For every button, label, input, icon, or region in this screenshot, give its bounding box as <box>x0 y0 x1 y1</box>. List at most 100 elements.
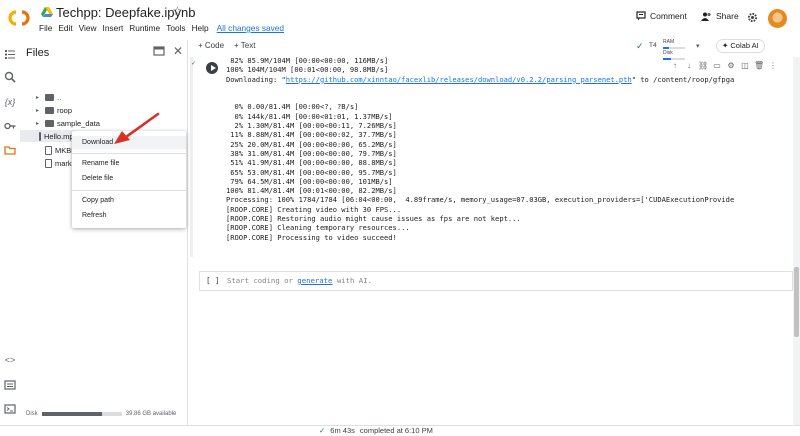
menu-file[interactable]: File <box>39 23 52 35</box>
file-icon <box>45 158 52 168</box>
comment-button[interactable]: Comment <box>636 11 687 21</box>
share-button[interactable]: Share <box>701 11 739 21</box>
run-cell-button[interactable] <box>206 62 218 74</box>
output-line: 100% 81.4M/81.4M [00:01<00:00, 82.2MB/s] <box>226 186 397 196</box>
ram-label: RAM <box>663 39 675 45</box>
menu-item-refresh[interactable]: Refresh <box>82 212 107 219</box>
menu-view[interactable]: View <box>79 23 97 35</box>
output-line: 11% 8.88M/81.4M [00:00<00:02, 37.7MB/s] <box>226 130 397 140</box>
menu-bar: File Edit View Insert Runtime Tools Help… <box>39 23 284 35</box>
add-code-button[interactable]: + Code <box>198 41 224 50</box>
folder-icon <box>45 119 54 127</box>
disk-usage-fill <box>41 412 102 416</box>
add-text-button[interactable]: + Text <box>234 41 255 50</box>
execution-duration: 6m 43s <box>330 426 355 435</box>
tree-item-parent[interactable]: ▸ .. <box>36 91 61 103</box>
menu-item-rename-file[interactable]: Rename file <box>82 160 119 167</box>
folder-icon <box>45 106 54 114</box>
output-line: 38% 31.0M/81.4M [00:00<00:00, 79.7MB/s] <box>226 148 397 158</box>
tree-item-label: roop <box>57 105 73 115</box>
caret-right-icon: ▸ <box>36 107 40 114</box>
menu-separator <box>72 190 186 191</box>
comment-icon <box>636 11 646 21</box>
tree-item-roop[interactable]: ▸ roop <box>36 104 72 116</box>
files-panel-title: Files <box>26 47 50 59</box>
cell-output: 82% 85.9M/104M [00:00<00:00, 116MB/s] 100… <box>226 56 734 242</box>
star-outline-icon[interactable]: ☆ <box>172 4 183 18</box>
colab-ai-label: Colab AI <box>730 41 759 50</box>
menu-item-copy-path[interactable]: Copy path <box>82 197 114 204</box>
open-in-tab-icon[interactable] <box>153 45 165 57</box>
gear-icon[interactable] <box>747 12 758 23</box>
tree-item-mkbh[interactable]: MKBH <box>36 144 77 156</box>
menu-help[interactable]: Help <box>192 23 209 35</box>
delete-icon[interactable]: 🗑 <box>754 61 764 71</box>
code-snippets-icon[interactable]: <> <box>4 354 16 366</box>
menu-separator <box>72 153 186 154</box>
menu-edit[interactable]: Edit <box>58 23 72 35</box>
folder-icon[interactable] <box>4 144 16 156</box>
output-line: 51% 41.9M/81.4M [00:00<00:00, 88.8MB/s] <box>226 158 397 168</box>
caret-right-icon: ▸ <box>36 120 40 127</box>
disk-usage: Disk 39.86 GB available <box>26 411 176 417</box>
cell-execution-count: [ ] <box>206 276 220 285</box>
context-menu: Download Rename file Delete file Copy pa… <box>72 131 186 228</box>
cell-success-check-icon: ✓ <box>191 61 197 67</box>
menu-tools[interactable]: Tools <box>166 23 185 35</box>
output-line: 2% 1.30M/81.4M [00:00<00:11, 7.26MB/s] <box>226 121 397 131</box>
header: Techpp: Deepfake.ipynb ☆ File Edit View … <box>0 0 800 38</box>
output-line: 100% 104M/104M [00:01<00:00, 98.8MB/s] <box>226 65 389 75</box>
variables-icon[interactable]: {x} <box>4 96 16 108</box>
output-line: 0% 144k/81.4M [00:00<01:01, 1.37MB/s] <box>226 111 393 121</box>
connected-check-icon: ✓ <box>636 41 644 51</box>
scrollbar[interactable] <box>793 57 800 425</box>
ram-bar <box>663 47 685 49</box>
key-icon[interactable] <box>4 120 16 132</box>
menu-insert[interactable]: Insert <box>103 23 124 35</box>
placeholder-text: with AI. <box>332 276 372 285</box>
more-vert-icon[interactable]: ⋮ <box>768 61 778 71</box>
output-line: [ROOP.CORE] Cleaning temporary resources… <box>226 223 410 233</box>
menu-item-delete-file[interactable]: Delete file <box>82 175 113 182</box>
table-of-contents-icon[interactable] <box>4 48 16 60</box>
left-rail: {x} <> <box>0 40 20 425</box>
people-icon <box>701 12 711 21</box>
drive-icon[interactable] <box>41 7 53 17</box>
disk-usage-bar <box>41 412 122 416</box>
menu-runtime[interactable]: Runtime <box>129 23 160 35</box>
scrollbar-thumb[interactable] <box>794 267 799 337</box>
output-line: 82% 85.9M/104M [00:00<00:00, 116MB/s] <box>226 56 389 65</box>
tree-item-mark[interactable]: mark.j <box>36 157 75 169</box>
mirror-cell-icon[interactable]: ◫ <box>740 61 750 71</box>
generate-link[interactable]: generate <box>297 276 332 285</box>
output-line: 65% 53.0M/81.4M [00:00<00:00, 95.7MB/s] <box>226 167 397 177</box>
avatar[interactable] <box>768 9 787 28</box>
colab-ai-button[interactable]: ✦ Colab AI <box>716 39 765 53</box>
output-line: [ROOP.CORE] Processing to video succeed! <box>226 232 397 242</box>
tree-item-label: sample_data <box>57 118 100 128</box>
menu-item-download[interactable]: Download <box>72 136 186 149</box>
command-palette-icon[interactable] <box>4 379 16 391</box>
runtime-type[interactable]: T4 <box>649 42 657 49</box>
file-icon <box>39 131 41 141</box>
terminal-icon[interactable] <box>4 403 16 415</box>
ram-fill <box>663 47 669 49</box>
chevron-down-icon[interactable]: ▾ <box>696 42 700 50</box>
cell-gutter <box>190 57 193 257</box>
colab-logo-icon[interactable] <box>6 8 32 28</box>
cell-placeholder[interactable]: Start coding or generate with AI. <box>227 276 372 285</box>
search-icon[interactable] <box>4 71 16 83</box>
tree-item-sample-data[interactable]: ▸ sample_data <box>36 117 100 129</box>
file-icon <box>45 145 52 155</box>
notebook-toolbar: + Code + Text <box>198 41 255 50</box>
output-line: [ROOP.CORE] Restoring audio might cause … <box>226 214 521 224</box>
close-icon[interactable]: ✕ <box>172 45 184 57</box>
folder-icon <box>45 93 54 101</box>
output-line: 25% 20.0M/81.4M [00:00<00:00, 65.2MB/s] <box>226 139 397 149</box>
download-url-link[interactable]: https://github.com/xinntao/facexlib/rele… <box>286 75 632 84</box>
tree-item-hello[interactable]: Hello.mp4 <box>20 130 78 142</box>
output-line: Processing: 100% 1784/1784 [06:04<00:00,… <box>226 195 735 205</box>
saved-status-link[interactable]: All changes saved <box>217 23 284 35</box>
output-line: 0% 0.00/81.4M [00:00<?, ?B/s] <box>226 102 359 112</box>
